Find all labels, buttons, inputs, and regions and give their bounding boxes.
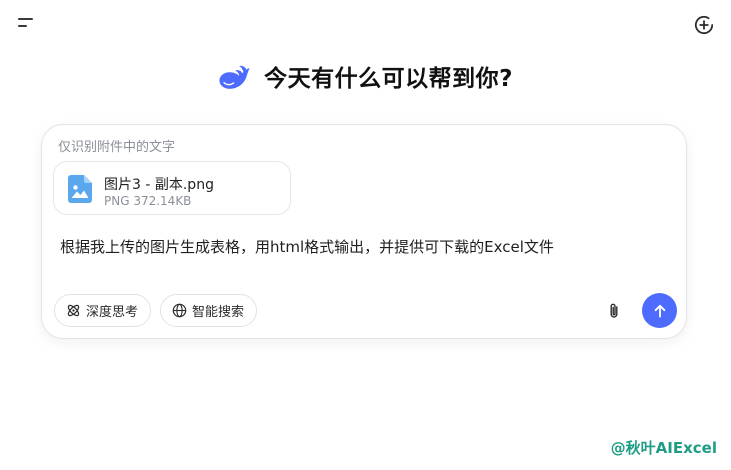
deep-think-label: 深度思考 bbox=[86, 305, 139, 320]
prompt-input[interactable]: 根据我上传的图片生成表格，用html格式输出，并提供可下载的Excel文件 bbox=[60, 236, 554, 257]
attachment-card[interactable]: 图片3 - 副本.png PNG 372.14KB bbox=[53, 161, 291, 215]
attachment-meta: PNG 372.14KB bbox=[104, 194, 192, 208]
chat-composer: 仅识别附件中的文字 图片3 - 副本.png PNG 372.14KB 根据我上… bbox=[41, 124, 687, 339]
globe-icon bbox=[172, 303, 187, 318]
page-title: 今天有什么可以帮到你? bbox=[264, 66, 513, 92]
send-button[interactable] bbox=[642, 293, 677, 328]
attachment-name: 图片3 - 副本.png bbox=[104, 177, 214, 193]
deep-think-button[interactable]: 深度思考 bbox=[54, 294, 151, 327]
atom-icon bbox=[67, 304, 80, 317]
image-file-icon bbox=[68, 175, 92, 203]
watermark: @秋叶AIExcel bbox=[610, 439, 717, 457]
app-root: 今天有什么可以帮到你? 仅识别附件中的文字 图片3 - 副本.png PNG 3… bbox=[0, 0, 731, 470]
whale-logo-icon bbox=[219, 65, 250, 89]
web-search-button[interactable]: 智能搜索 bbox=[160, 294, 257, 327]
new-chat-plus-icon[interactable] bbox=[693, 14, 715, 36]
attachment-hint: 仅识别附件中的文字 bbox=[58, 140, 176, 155]
web-search-label: 智能搜索 bbox=[192, 305, 245, 320]
arrow-up-icon bbox=[654, 304, 665, 317]
paperclip-icon[interactable] bbox=[604, 301, 624, 321]
hero: 今天有什么可以帮到你? bbox=[0, 56, 731, 96]
menu-icon[interactable] bbox=[16, 14, 38, 36]
